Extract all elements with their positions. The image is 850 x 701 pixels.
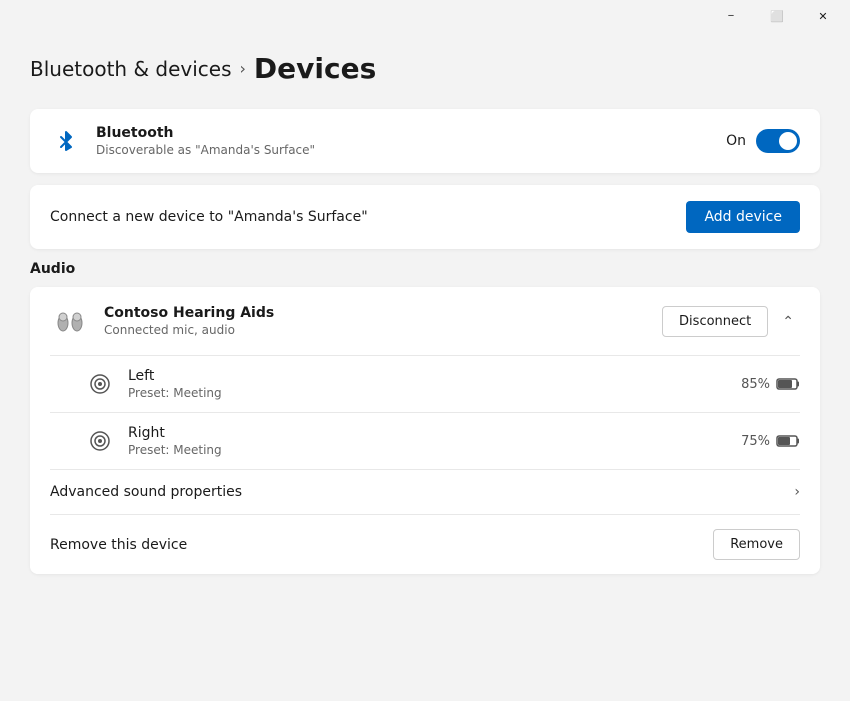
right-device-preset: Preset: Meeting: [128, 443, 222, 457]
sub-device-right-row: Right Preset: Meeting 75%: [30, 413, 820, 469]
left-battery-icon: [776, 377, 800, 391]
connect-device-card: Connect a new device to "Amanda's Surfac…: [30, 185, 820, 249]
device-card: Contoso Hearing Aids Connected mic, audi…: [30, 287, 820, 574]
collapse-device-button[interactable]: ⌃: [776, 309, 800, 334]
device-name: Contoso Hearing Aids: [104, 305, 274, 321]
add-device-button[interactable]: Add device: [686, 201, 800, 233]
right-ear-icon: [86, 427, 114, 455]
bluetooth-toggle[interactable]: [756, 129, 800, 153]
breadcrumb-parent[interactable]: Bluetooth & devices: [30, 57, 232, 81]
toggle-thumb: [779, 132, 797, 150]
left-battery-pct: 85%: [741, 377, 770, 392]
bluetooth-card: Bluetooth Discoverable as "Amanda's Surf…: [30, 109, 820, 173]
advanced-sound-label: Advanced sound properties: [50, 484, 242, 500]
bluetooth-subtitle: Discoverable as "Amanda's Surface": [96, 143, 315, 157]
advanced-sound-row[interactable]: Advanced sound properties ›: [30, 470, 820, 514]
left-device-preset: Preset: Meeting: [128, 386, 222, 400]
bluetooth-icon: [50, 125, 82, 157]
remove-device-row: Remove this device Remove: [30, 515, 820, 574]
hearing-aids-icon: [50, 301, 90, 341]
left-battery-info: 85%: [741, 377, 800, 392]
maximize-button[interactable]: ⬜: [754, 0, 800, 32]
close-button[interactable]: ✕: [800, 0, 846, 32]
bluetooth-title: Bluetooth: [96, 125, 315, 141]
breadcrumb: Bluetooth & devices › Devices: [30, 52, 820, 85]
chevron-up-icon: ⌃: [782, 313, 794, 330]
chevron-right-icon: ›: [794, 484, 800, 500]
left-device-name: Left: [128, 368, 222, 384]
sub-device-left-row: Left Preset: Meeting 85%: [30, 356, 820, 412]
titlebar: − ⬜ ✕: [0, 0, 850, 32]
right-battery-icon: [776, 434, 800, 448]
remove-button[interactable]: Remove: [713, 529, 800, 560]
left-ear-icon: [86, 370, 114, 398]
device-main-row: Contoso Hearing Aids Connected mic, audi…: [30, 287, 820, 355]
right-battery-info: 75%: [741, 434, 800, 449]
audio-section-header: Audio: [30, 261, 820, 277]
minimize-button[interactable]: −: [708, 0, 754, 32]
connect-text: Connect a new device to "Amanda's Surfac…: [50, 209, 368, 225]
page-title: Devices: [254, 52, 376, 85]
main-content: Bluetooth & devices › Devices Bluetooth …: [0, 32, 850, 604]
remove-device-label: Remove this device: [50, 537, 187, 553]
breadcrumb-chevron-icon: ›: [240, 59, 246, 78]
right-device-name: Right: [128, 425, 222, 441]
device-status: Connected mic, audio: [104, 323, 274, 337]
bluetooth-on-label: On: [726, 133, 746, 149]
disconnect-button[interactable]: Disconnect: [662, 306, 768, 337]
right-battery-pct: 75%: [741, 434, 770, 449]
